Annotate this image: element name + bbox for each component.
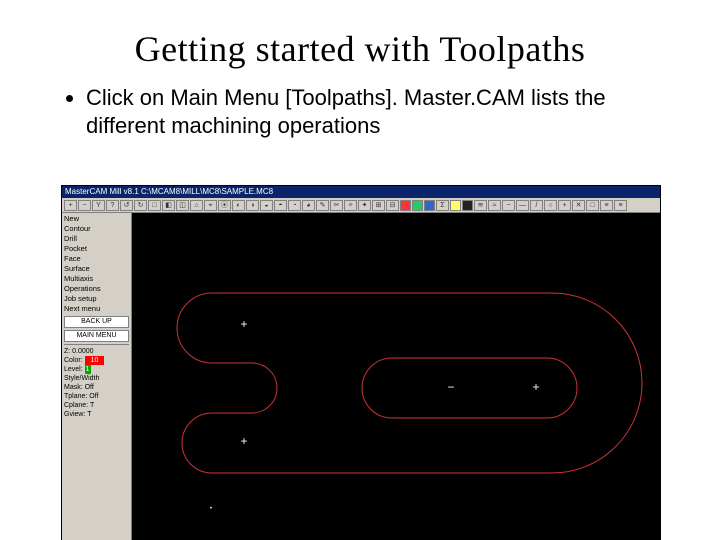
tool-shade3-icon[interactable]: ◒ (260, 200, 273, 211)
color-yellow-icon[interactable] (450, 200, 461, 211)
color-red-icon[interactable] (400, 200, 411, 211)
toolbar: + − Y ? ↺ ↻ □ ◧ ◫ ⌂ ⌖ ⦿ ◐ ◑ ◒ ◓ ◔ ◕ ✎ ✂ … (62, 198, 660, 213)
param-level-value: 1 (85, 365, 91, 374)
toolpaths-menu: New Contour Drill Pocket Face Surface Mu… (64, 214, 129, 342)
color-blue-icon[interactable] (424, 200, 435, 211)
param-color[interactable]: Color: 10 (64, 356, 129, 365)
tool-home-icon[interactable]: ⌂ (190, 200, 203, 211)
mark-plus-1: + (237, 318, 251, 332)
menu-surface[interactable]: Surface (64, 264, 129, 274)
menu-face[interactable]: Face (64, 254, 129, 264)
tool-pencil-icon[interactable]: ✎ (316, 200, 329, 211)
tool-wave2-icon[interactable]: ≈ (488, 200, 501, 211)
origin-mark: • (204, 503, 218, 517)
param-color-value: 10 (85, 356, 105, 365)
param-tplane[interactable]: Tplane: Off (64, 392, 129, 401)
color-green-icon[interactable] (412, 200, 423, 211)
slide-title: Getting started with Toolpaths (0, 28, 720, 70)
side-panel: New Contour Drill Pocket Face Surface Mu… (62, 213, 132, 540)
tool-plus2-icon[interactable]: + (558, 200, 571, 211)
bullet-item: Click on Main Menu [Toolpaths]. Master.C… (86, 84, 680, 139)
mainmenu-button[interactable]: MAIN MENU (64, 330, 129, 342)
tool-undo-icon[interactable]: ↺ (120, 200, 133, 211)
menu-drill[interactable]: Drill (64, 234, 129, 244)
tool-circle2-icon[interactable]: ○ (544, 200, 557, 211)
mark-minus: − (444, 381, 458, 395)
menu-new[interactable]: New (64, 214, 129, 224)
window-titlebar: MasterCAM Mill v8.1 C:\MCAM8\MILL\MC8\SA… (62, 186, 660, 198)
param-cplane[interactable]: Cplane: T (64, 401, 129, 410)
menu-jobsetup[interactable]: Job setup (64, 294, 129, 304)
menu-multiaxis[interactable]: Multiaxis (64, 274, 129, 284)
tool-box-icon[interactable]: □ (148, 200, 161, 211)
tool-shade6-icon[interactable]: ◕ (302, 200, 315, 211)
tool-view1-icon[interactable]: ◧ (162, 200, 175, 211)
tool-shade2-icon[interactable]: ◑ (246, 200, 259, 211)
param-gview[interactable]: Gview: T (64, 410, 129, 419)
tool-shade5-icon[interactable]: ◔ (288, 200, 301, 211)
menu-nextmenu[interactable]: Next menu (64, 304, 129, 314)
param-color-label: Color: (64, 357, 83, 364)
mastercam-screenshot: MasterCAM Mill v8.1 C:\MCAM8\MILL\MC8\SA… (61, 185, 661, 540)
param-z: Z: 0.0000 (64, 347, 129, 356)
menu-contour[interactable]: Contour (64, 224, 129, 234)
tool-dash-icon[interactable]: — (516, 200, 529, 211)
tool-x-icon[interactable]: ✕ (572, 200, 585, 211)
color-black-icon[interactable] (462, 200, 473, 211)
tool-lines2-icon[interactable]: ≡ (614, 200, 627, 211)
tool-grid1-icon[interactable]: ⊞ (372, 200, 385, 211)
tool-redo-icon[interactable]: ↻ (134, 200, 147, 211)
tool-help-icon[interactable]: ? (106, 200, 119, 211)
tool-view2-icon[interactable]: ◫ (176, 200, 189, 211)
param-level-label: Level: (64, 366, 83, 373)
tool-spark2-icon[interactable]: ✦ (358, 200, 371, 211)
wireframe-svg (132, 213, 660, 540)
param-style[interactable]: Style/Width (64, 374, 129, 383)
menu-operations[interactable]: Operations (64, 284, 129, 294)
tool-spark1-icon[interactable]: ✧ (344, 200, 357, 211)
mark-plus-3: + (529, 381, 543, 395)
tool-shade4-icon[interactable]: ◓ (274, 200, 287, 211)
tool-scissors-icon[interactable]: ✂ (330, 200, 343, 211)
tool-y-icon[interactable]: Y (92, 200, 105, 211)
bullet-list: Click on Main Menu [Toolpaths]. Master.C… (40, 84, 680, 139)
slide: Getting started with Toolpaths Click on … (0, 28, 720, 540)
param-mask[interactable]: Mask: Off (64, 383, 129, 392)
tool-minus-icon[interactable]: − (78, 200, 91, 211)
mark-plus-2: + (237, 435, 251, 449)
tool-box2-icon[interactable]: □ (586, 200, 599, 211)
tool-circle-icon[interactable]: ⦿ (218, 200, 231, 211)
tool-slash-icon[interactable]: / (530, 200, 543, 211)
tool-shade1-icon[interactable]: ◐ (232, 200, 245, 211)
tool-tilde-icon[interactable]: ~ (502, 200, 515, 211)
tool-grid2-icon[interactable]: ⊟ (386, 200, 399, 211)
backup-button[interactable]: BACK UP (64, 316, 129, 328)
tool-plus-icon[interactable]: + (64, 200, 77, 211)
tool-lines1-icon[interactable]: ≡ (600, 200, 613, 211)
cad-canvas[interactable]: + + − + • (132, 213, 660, 540)
tool-wave1-icon[interactable]: ≋ (474, 200, 487, 211)
tool-sum-icon[interactable]: Σ (436, 200, 449, 211)
param-level[interactable]: Level: 1 (64, 365, 129, 374)
menu-pocket[interactable]: Pocket (64, 244, 129, 254)
tool-target-icon[interactable]: ⌖ (204, 200, 217, 211)
